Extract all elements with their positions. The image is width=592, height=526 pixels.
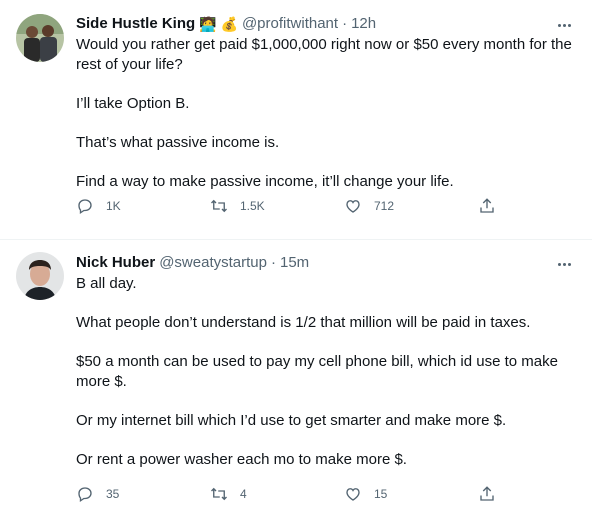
retweet-count: 1.5K bbox=[240, 199, 265, 213]
tweet[interactable]: Side Hustle King 🧑‍💻 💰 @profitwithant · … bbox=[0, 0, 592, 240]
retweet-icon bbox=[211, 199, 227, 213]
retweet-button[interactable]: 1.5K bbox=[210, 196, 344, 216]
retweet-button[interactable]: 4 bbox=[210, 484, 344, 504]
share-button[interactable] bbox=[478, 196, 518, 216]
tweet-actions: 35 4 15 bbox=[76, 484, 536, 504]
avatar[interactable] bbox=[16, 252, 64, 300]
tweet-paragraph: Or my internet bill which I’d use to get… bbox=[76, 412, 507, 429]
tweet-paragraph: That’s what passive income is. bbox=[76, 134, 280, 151]
tweet-paragraph: What people don’t understand is 1/2 that… bbox=[76, 314, 531, 331]
more-icon[interactable] bbox=[552, 258, 576, 270]
more-icon[interactable] bbox=[552, 19, 576, 31]
reply-button[interactable]: 35 bbox=[76, 484, 210, 504]
tweet-paragraph: Would you rather get paid $1,000,000 rig… bbox=[76, 36, 572, 73]
tweet[interactable]: Nick Huber @sweatystartup · 15m B all da… bbox=[0, 240, 592, 526]
like-count: 15 bbox=[374, 487, 388, 501]
retweet-icon bbox=[211, 487, 227, 501]
like-button[interactable]: 712 bbox=[344, 196, 478, 216]
display-name[interactable]: Side Hustle King bbox=[76, 13, 195, 35]
tweet-paragraph: B all day. bbox=[76, 275, 137, 292]
tweet-text: Would you rather get paid $1,000,000 rig… bbox=[76, 35, 580, 192]
handle[interactable]: @profitwithant bbox=[242, 13, 338, 35]
tweet-header: Side Hustle King 🧑‍💻 💰 @profitwithant · … bbox=[76, 13, 580, 35]
tweet-header: Nick Huber @sweatystartup · 15m bbox=[76, 252, 580, 274]
retweet-count: 4 bbox=[240, 487, 247, 501]
reply-icon bbox=[78, 199, 92, 215]
timestamp[interactable]: 12h bbox=[351, 13, 376, 35]
tweet-paragraph: I’ll take Option B. bbox=[76, 95, 190, 112]
tweet-paragraph: Find a way to make passive income, it’ll… bbox=[76, 173, 454, 190]
display-name[interactable]: Nick Huber bbox=[76, 252, 155, 274]
separator: · bbox=[342, 15, 348, 32]
heart-icon bbox=[346, 200, 360, 213]
avatar[interactable] bbox=[16, 14, 64, 62]
share-button[interactable] bbox=[478, 484, 518, 504]
reply-button[interactable]: 1K bbox=[76, 196, 210, 216]
like-button[interactable]: 15 bbox=[344, 484, 478, 504]
handle[interactable]: @sweatystartup bbox=[159, 252, 267, 274]
like-count: 712 bbox=[374, 199, 395, 213]
tweet-paragraph: $50 a month can be used to pay my cell p… bbox=[76, 353, 558, 390]
name-emojis: 🧑‍💻 💰 bbox=[199, 16, 238, 32]
tweet-text: B all day. What people don’t understand … bbox=[76, 274, 580, 470]
tweet-paragraph: Or rent a power washer each mo to make m… bbox=[76, 451, 407, 468]
reply-icon bbox=[78, 487, 92, 503]
tweet-actions: 1K 1.5K 712 bbox=[76, 196, 536, 216]
share-icon bbox=[480, 198, 494, 213]
heart-icon bbox=[346, 488, 360, 501]
separator: · bbox=[270, 254, 276, 271]
timestamp[interactable]: 15m bbox=[280, 252, 309, 274]
share-icon bbox=[480, 486, 494, 501]
reply-count: 1K bbox=[106, 199, 121, 213]
reply-count: 35 bbox=[106, 487, 120, 501]
